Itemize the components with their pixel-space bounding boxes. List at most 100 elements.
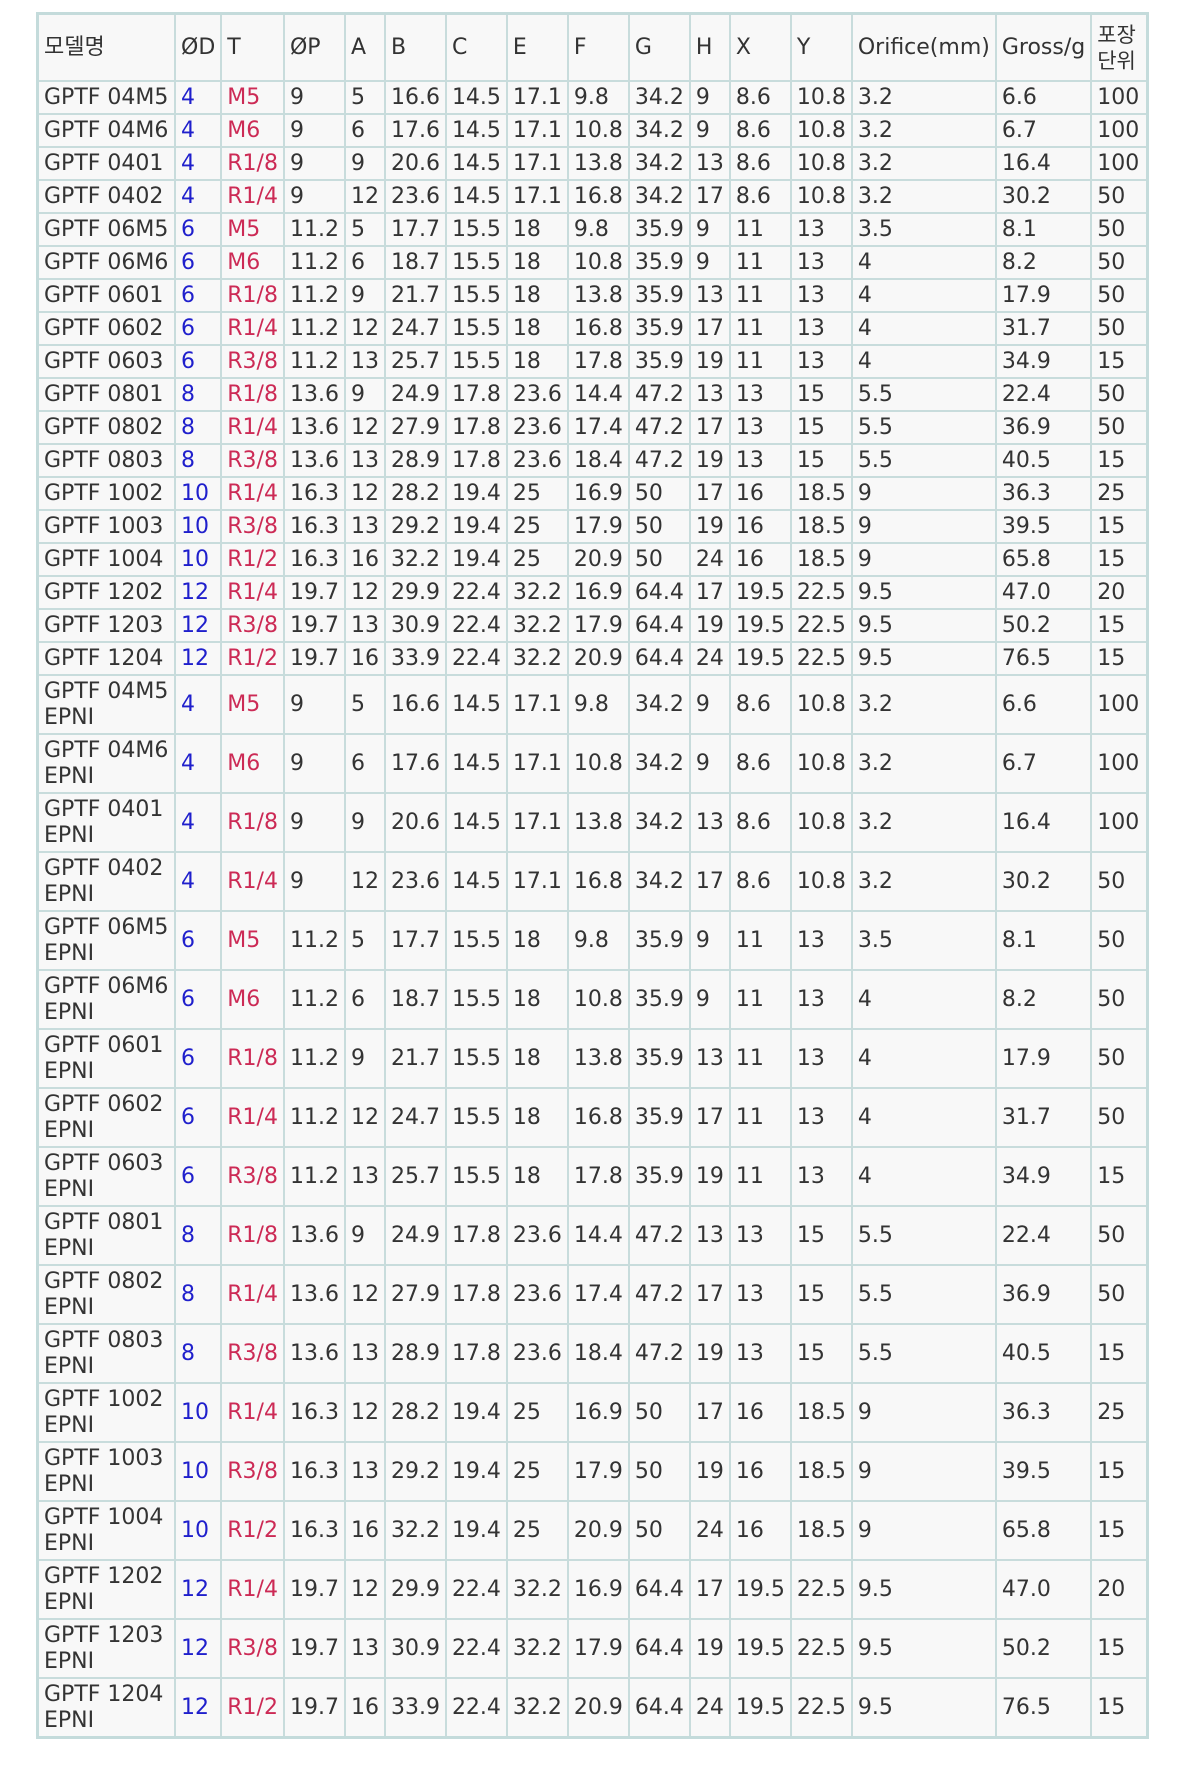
table-row: GPTF 1202 12 R1/4 19.7 12 29.9 22.4 32.2 16.9 64.… [36,575,1149,610]
header-b: B [383,12,447,82]
cell-model: GPTF 1204 [36,641,176,676]
cell-c: 14.5 [444,792,508,853]
cell-orifice: 9 [850,476,997,511]
cell-thread: R3/8 [220,443,285,478]
cell-h: 19 [688,509,731,544]
table-row: GPTF 0803 8 R3/8 13.6 13 28.9 17.8 23.6 18.4 47.2… [36,443,1149,478]
cell-h: 9 [688,910,731,971]
cell-c: 17.8 [444,410,508,445]
cell-op: 11.2 [282,1087,346,1148]
cell-h: 17 [688,179,731,214]
cell-c: 19.4 [444,509,508,544]
cell-x: 19.5 [728,1618,792,1679]
cell-model: GPTF 0601 EPNI [36,1028,176,1089]
cell-package-unit: 100 [1090,733,1149,794]
cell-op: 16.3 [282,509,346,544]
cell-thread: R1/4 [220,410,285,445]
cell-e: 32.2 [505,1559,569,1620]
cell-f: 13.8 [566,792,630,853]
cell-gross: 8.2 [994,969,1093,1030]
cell-x: 8.6 [728,113,792,148]
cell-gross: 30.2 [994,851,1093,912]
cell-od: 4 [173,179,223,214]
header-x: X [728,12,792,82]
cell-thread: R1/8 [220,792,285,853]
cell-y: 15 [789,1264,853,1325]
cell-y: 15 [789,377,853,412]
cell-x: 19.5 [728,641,792,676]
cell-x: 8.6 [728,146,792,181]
cell-c: 22.4 [444,641,508,676]
cell-thread: R1/8 [220,1028,285,1089]
cell-model: GPTF 06M6 EPNI [36,969,176,1030]
cell-model: GPTF 1202 [36,575,176,610]
cell-h: 24 [688,641,731,676]
cell-y: 18.5 [789,1382,853,1443]
cell-f: 9.8 [566,212,630,247]
table-row: GPTF 0603 EPNI 6 R3/8 11.2 13 25.7 15.5 18 17.8 3… [36,1146,1149,1207]
cell-c: 17.8 [444,1205,508,1266]
cell-op: 16.3 [282,476,346,511]
cell-orifice: 9.5 [850,608,997,643]
cell-e: 25 [505,1500,569,1561]
table-row: GPTF 1004 EPNI 10 R1/2 16.3 16 32.2 19.4 25 20.9… [36,1500,1149,1561]
cell-orifice: 3.2 [850,792,997,853]
cell-e: 23.6 [505,377,569,412]
cell-op: 16.3 [282,1500,346,1561]
cell-gross: 50.2 [994,1618,1093,1679]
cell-gross: 8.2 [994,245,1093,280]
cell-y: 10.8 [789,146,853,181]
cell-b: 24.7 [383,1087,447,1148]
cell-y: 13 [789,311,853,346]
cell-g: 50 [627,476,691,511]
cell-h: 9 [688,733,731,794]
cell-e: 23.6 [505,1205,569,1266]
cell-gross: 36.9 [994,410,1093,445]
table-row: GPTF 06M5 EPNI 6 M5 11.2 5 17.7 15.5 18 9.8 35.9 9… [36,910,1149,971]
cell-gross: 22.4 [994,377,1093,412]
cell-g: 64.4 [627,575,691,610]
cell-x: 8.6 [728,80,792,115]
cell-od: 4 [173,792,223,853]
cell-gross: 36.3 [994,1382,1093,1443]
cell-g: 64.4 [627,641,691,676]
cell-h: 19 [688,608,731,643]
cell-f: 16.9 [566,476,630,511]
cell-h: 9 [688,80,731,115]
cell-gross: 17.9 [994,278,1093,313]
cell-e: 32.2 [505,1618,569,1679]
cell-gross: 36.9 [994,1264,1093,1325]
cell-op: 16.3 [282,542,346,577]
cell-op: 13.6 [282,443,346,478]
cell-model: GPTF 1003 [36,509,176,544]
cell-package-unit: 15 [1090,1677,1149,1739]
cell-x: 11 [728,278,792,313]
cell-y: 10.8 [789,80,853,115]
cell-a: 13 [343,1618,386,1679]
table-row: GPTF 1004 10 R1/2 16.3 16 32.2 19.4 25 20.9 50 24 1… [36,542,1149,577]
cell-b: 28.2 [383,476,447,511]
cell-f: 17.4 [566,410,630,445]
cell-package-unit: 15 [1090,1441,1149,1502]
cell-od: 8 [173,1323,223,1384]
cell-g: 35.9 [627,969,691,1030]
cell-y: 13 [789,1146,853,1207]
header-orifice: Orifice(mm) [850,12,997,82]
cell-gross: 31.7 [994,311,1093,346]
cell-b: 17.7 [383,212,447,247]
cell-gross: 30.2 [994,179,1093,214]
cell-x: 8.6 [728,792,792,853]
cell-op: 19.7 [282,608,346,643]
cell-orifice: 4 [850,1028,997,1089]
cell-h: 9 [688,245,731,280]
cell-orifice: 4 [850,311,997,346]
table-row: GPTF 0601 6 R1/8 11.2 9 21.7 15.5 18 13.8 35.9 13 1… [36,278,1149,313]
cell-gross: 8.1 [994,212,1093,247]
cell-op: 13.6 [282,377,346,412]
cell-c: 14.5 [444,179,508,214]
cell-od: 6 [173,969,223,1030]
cell-b: 28.9 [383,443,447,478]
cell-thread: M6 [220,733,285,794]
cell-gross: 16.4 [994,146,1093,181]
table-row: GPTF 0602 EPNI 6 R1/4 11.2 12 24.7 15.5 18 16.8 3… [36,1087,1149,1148]
